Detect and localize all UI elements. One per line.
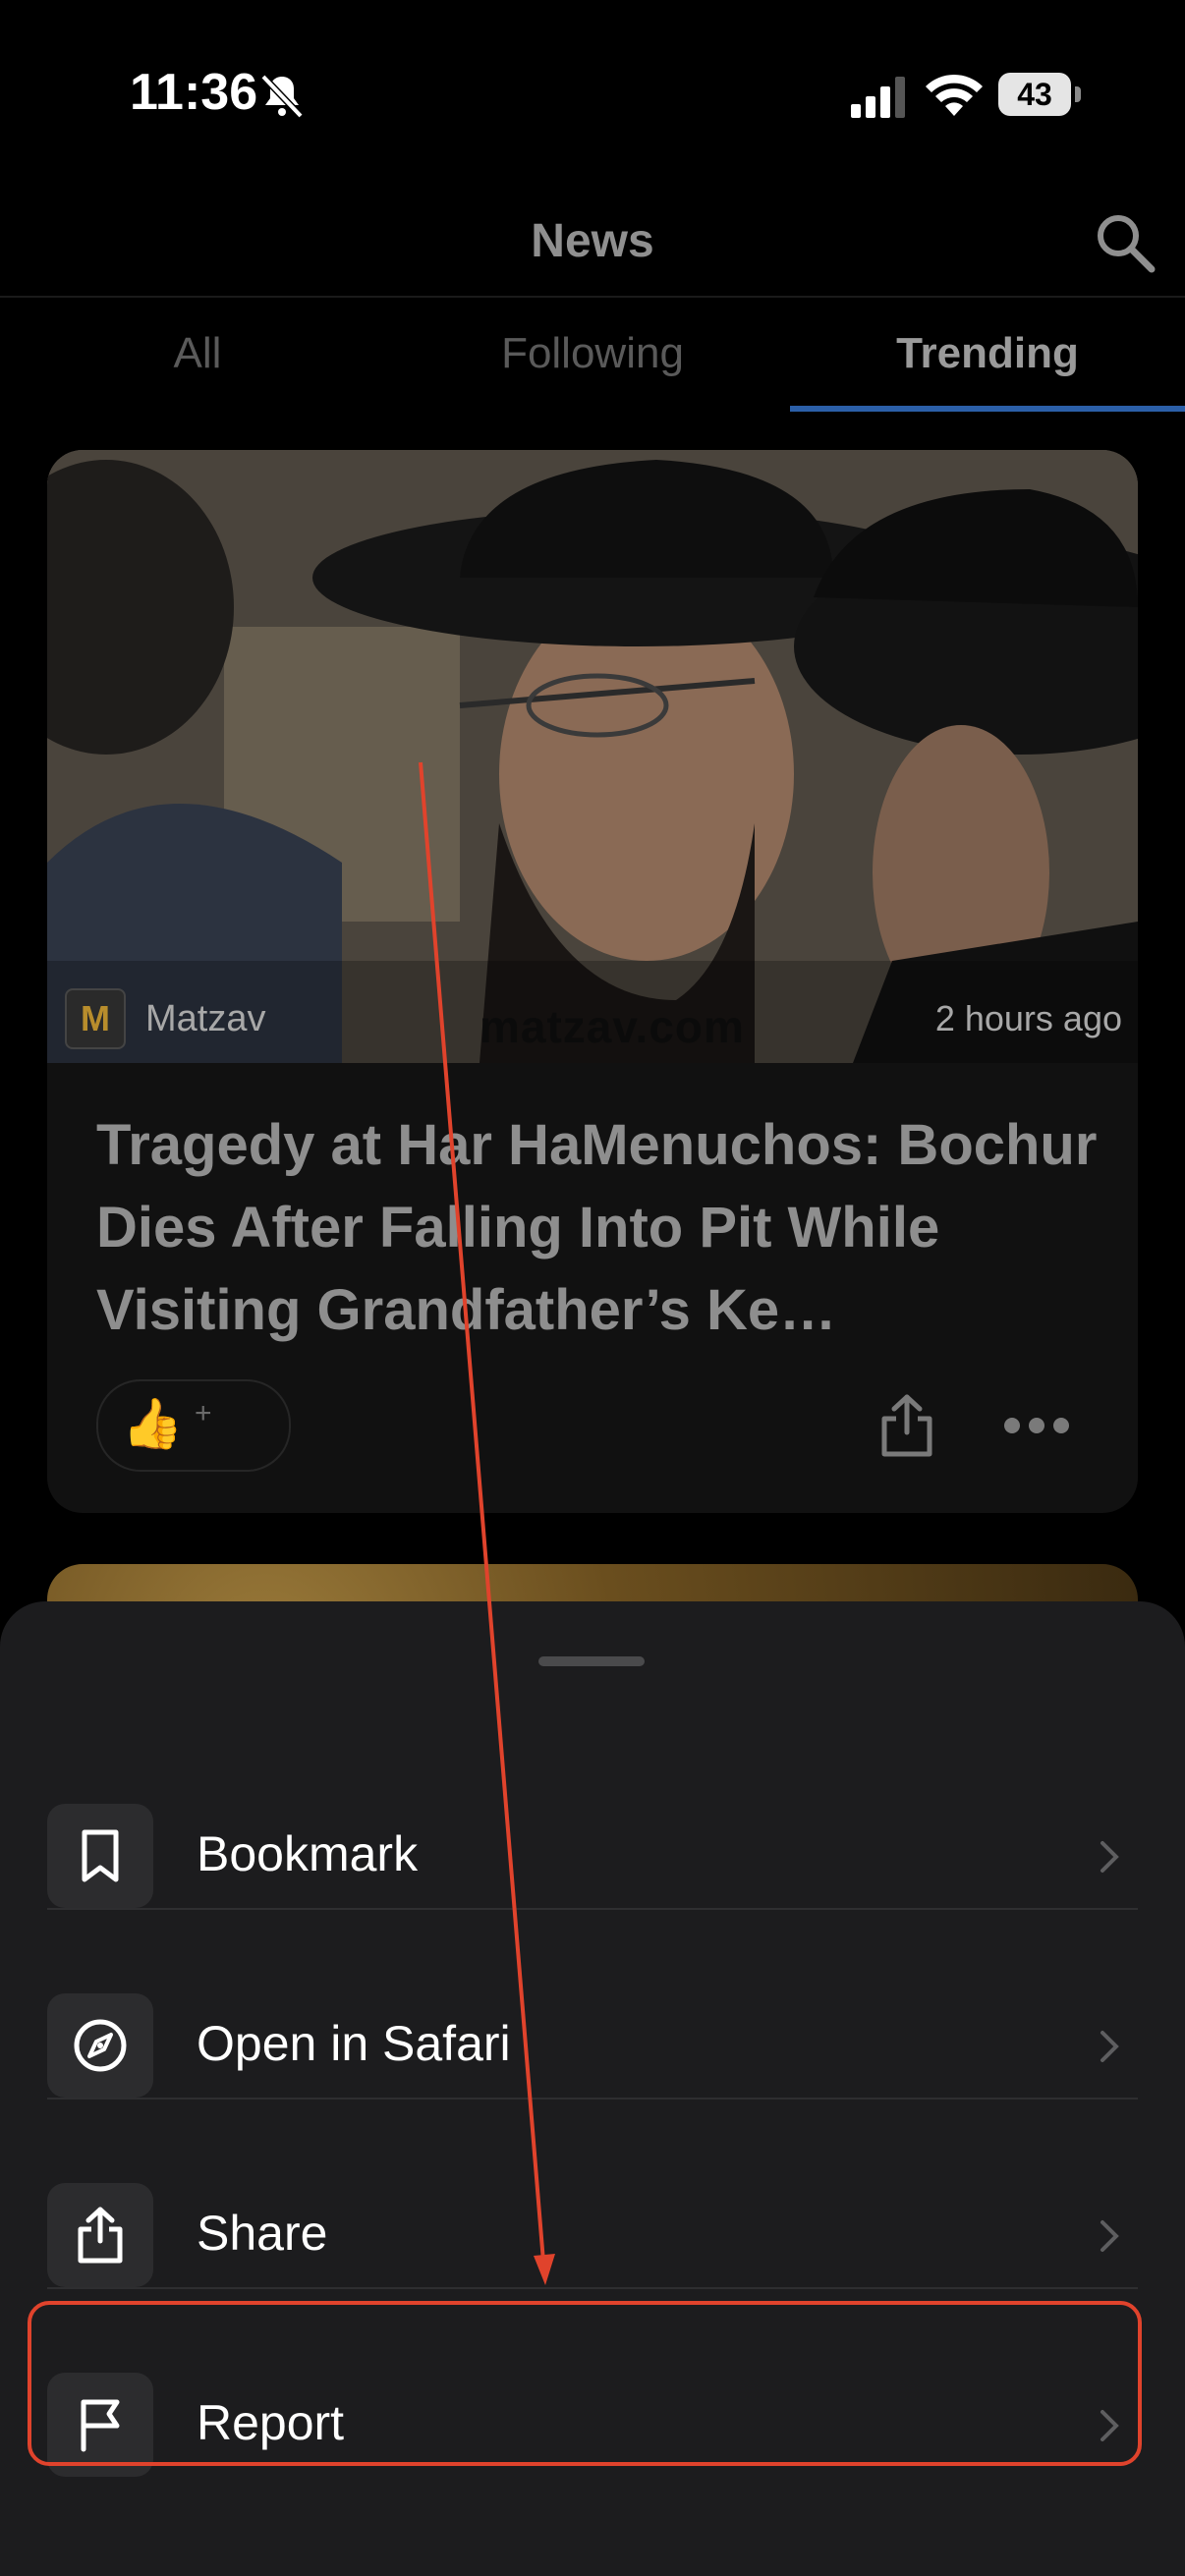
image-watermark: matzav.com: [480, 1001, 745, 1052]
source-name[interactable]: Matzav: [145, 998, 265, 1040]
battery-indicator: 43: [998, 73, 1081, 116]
annotation-highlight-box: [28, 2301, 1142, 2466]
status-bar: 11:36 43: [0, 0, 1185, 187]
chevron-right-icon: [1100, 2031, 1119, 2062]
menu-divider: [47, 2287, 1138, 2289]
add-reaction-plus: +: [195, 1397, 212, 1429]
menu-item-bookmark[interactable]: Bookmark: [47, 1761, 1138, 1949]
article-timestamp: 2 hours ago: [934, 998, 1122, 1038]
menu-divider: [47, 2098, 1138, 2100]
battery-level: 43: [998, 73, 1071, 116]
wifi-icon: [926, 74, 983, 116]
menu-divider: [47, 1908, 1138, 1910]
nav-header: News: [0, 187, 1185, 295]
active-tab-indicator: [790, 406, 1185, 412]
tab-following[interactable]: Following: [395, 329, 790, 378]
article-headline[interactable]: Tragedy at Har HaMenuchos: Bochur Dies A…: [96, 1104, 1099, 1352]
bell-slash-icon: [260, 74, 304, 119]
bookmark-icon: [82, 1829, 119, 1882]
cellular-signal-icon: [851, 77, 905, 118]
menu-item-label: Bookmark: [197, 1826, 419, 1881]
sheet-grabber[interactable]: [538, 1656, 645, 1666]
tab-bar: All Following Trending: [0, 298, 1185, 414]
page-title: News: [531, 215, 654, 267]
tab-all[interactable]: All: [0, 329, 395, 378]
menu-item-label: Share: [197, 2206, 328, 2261]
search-icon[interactable]: [1093, 210, 1157, 275]
article-card[interactable]: matzav.com M Matzav 2 hours ago Tragedy …: [47, 450, 1138, 1513]
thumbs-up-icon: 👍: [122, 1396, 184, 1451]
tab-trending[interactable]: Trending: [790, 329, 1185, 378]
more-options-icon[interactable]: [1000, 1413, 1073, 1438]
share-icon: [78, 2207, 123, 2264]
reaction-button[interactable]: 👍 +: [96, 1379, 291, 1472]
article-image: matzav.com M Matzav 2 hours ago: [47, 450, 1138, 1063]
share-icon[interactable]: [878, 1393, 935, 1458]
source-logo: M: [65, 988, 126, 1049]
chevron-right-icon: [1100, 1841, 1119, 1873]
photo-illustration: [47, 450, 1138, 1063]
compass-icon: [74, 2019, 127, 2072]
menu-item-label: Open in Safari: [197, 2016, 511, 2071]
status-time: 11:36: [130, 64, 258, 121]
menu-item-open-in-safari[interactable]: Open in Safari: [47, 1950, 1138, 2139]
chevron-right-icon: [1100, 2220, 1119, 2252]
